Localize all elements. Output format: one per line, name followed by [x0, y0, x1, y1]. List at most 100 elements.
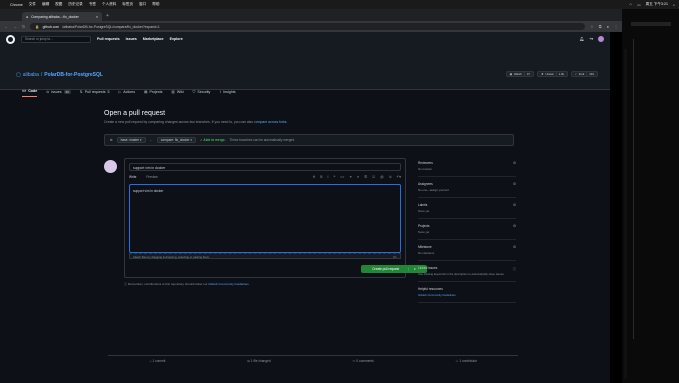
repo-owner-link[interactable]: alibaba — [23, 72, 39, 78]
base-branch-select[interactable]: base: master ▾ — [116, 137, 146, 143]
menubar-item[interactable]: 书签 — [89, 2, 96, 7]
watch-count[interactable]: 47 — [523, 72, 530, 76]
nav-issues[interactable]: Issues — [126, 37, 137, 41]
sidebar-reviewers[interactable]: Reviewers No reviews ⚙ — [418, 156, 516, 177]
menubar-item[interactable]: 编辑 — [42, 2, 49, 7]
pr-body-textarea[interactable]: support vim in docker — [129, 184, 401, 253]
tab-projects[interactable]: ▤ Projects — [144, 89, 162, 97]
gear-icon[interactable]: ⚙ — [513, 182, 516, 186]
repo-tabs: <> Code ⊙ Issues 59 ⇅ Pull requests 5 ▷ Action… — [22, 89, 236, 97]
github-logo-icon[interactable] — [6, 34, 15, 44]
sidebar-labels[interactable]: Labels None yet ⚙ — [418, 198, 516, 219]
tab-insights[interactable]: ⌇ Insights — [219, 89, 235, 97]
sidebar-assignees[interactable]: Assignees No one—assign yourself ⚙ — [418, 177, 516, 198]
tab-wiki[interactable]: ▥ Wiki — [171, 89, 183, 97]
gear-icon[interactable]: ⚙ — [513, 203, 516, 207]
menubar-item[interactable]: 视图 — [55, 2, 62, 7]
menubar-item[interactable]: 窗口 — [139, 2, 146, 7]
sidebar-heading: Labels — [418, 203, 428, 207]
attach-files-bar[interactable]: Attach files by dragging & dropping, sel… — [129, 253, 401, 259]
menubar-item[interactable]: 历史记录 — [68, 2, 82, 7]
task-list-icon[interactable]: ☑ — [372, 175, 375, 179]
tab-write[interactable]: Write — [129, 175, 136, 179]
menubar-item[interactable]: 帮助 — [152, 2, 159, 7]
tab-pull-requests[interactable]: ⇅ Pull requests 5 — [80, 89, 110, 97]
search-input[interactable]: Search or jump to... — [21, 35, 91, 43]
tab-actions[interactable]: ▷ Actions — [119, 89, 136, 97]
repo-name-link[interactable]: PolarDB-for-PostgreSQL — [44, 72, 103, 78]
bold-icon[interactable]: B — [320, 175, 322, 179]
bullet-list-icon[interactable]: ≡ — [357, 175, 359, 179]
quote-icon[interactable]: ❝ — [333, 175, 335, 179]
sidebar-projects[interactable]: Projects None yet ⚙ — [418, 219, 516, 240]
tab-issues[interactable]: ⊙ Issues 59 — [46, 89, 71, 97]
guidelines-link[interactable]: GitHub Community Guidelines. — [208, 282, 249, 286]
create-label: Create pull request — [372, 267, 400, 271]
menubar-app-name[interactable]: Chrome — [10, 3, 23, 7]
compare-branch-select[interactable]: compare: fix_docker ▾ — [156, 137, 196, 143]
user-avatar[interactable] — [598, 36, 604, 42]
pr-title-input[interactable]: support vim in docker — [129, 163, 401, 171]
search-icon[interactable]: ⌕ — [673, 3, 675, 7]
commits-stat[interactable]: ⊸ 1 commit — [149, 359, 166, 363]
back-icon[interactable]: ← — [4, 24, 8, 29]
forward-icon[interactable]: → — [13, 24, 17, 29]
new-tab-icon[interactable]: + — [106, 13, 109, 19]
chevron-down-icon[interactable]: ▾ — [408, 267, 416, 271]
fork-button[interactable]: ⑂ Fork 291 — [571, 71, 598, 77]
address-bar[interactable]: 🔒 github.com/alibaba/PolarDB-for-Postgre… — [30, 23, 586, 30]
page-subtitle: Create a new pull request by comparing c… — [104, 120, 520, 124]
pr-main: Open a pull request Create a new pull re… — [104, 110, 520, 303]
reload-icon[interactable]: ↻ — [22, 24, 25, 29]
italic-icon[interactable]: I — [327, 175, 328, 179]
question-icon[interactable]: ⓘ — [513, 266, 516, 271]
contributors-stat[interactable]: ⚇ 1 contributor — [456, 359, 477, 363]
sidebar-milestone[interactable]: Milestone No milestone ⚙ — [418, 240, 516, 261]
extensions-icon[interactable]: ⧉ — [599, 24, 602, 29]
profile-icon[interactable]: ● — [607, 24, 609, 29]
wifi-icon[interactable]: ◠ — [629, 3, 632, 7]
numbered-list-icon[interactable]: ☰ — [364, 175, 367, 179]
menubar-item[interactable]: 标签页 — [122, 2, 133, 7]
close-tab-icon[interactable]: × — [96, 15, 98, 19]
menubar-item[interactable]: 文件 — [29, 2, 36, 7]
files-stat[interactable]: ⊞ 1 file changed — [247, 359, 270, 363]
bookmark-star-icon[interactable]: ☆ — [590, 24, 594, 29]
reply-icon[interactable]: ↶▾ — [396, 175, 401, 179]
browser-tab[interactable]: ● Comparing alibaba...:fix_docker × — [22, 12, 102, 21]
comments-stat[interactable]: ▭ 0 comments — [352, 359, 373, 363]
compare-forks-link[interactable]: compare across forks. — [254, 120, 287, 124]
nav-explore[interactable]: Explore — [170, 37, 183, 41]
menubar-clock[interactable]: 周五 下午3:21 — [646, 2, 668, 7]
plus-icon[interactable]: +▾ — [589, 37, 593, 41]
fork-count[interactable]: 291 — [586, 72, 594, 76]
header-right: 🔔︎ +▾ — [580, 36, 604, 42]
sidebar-resource-link[interactable]: GitHub Community Guidelines — [418, 293, 516, 297]
bell-icon[interactable]: 🔔︎ — [580, 37, 585, 41]
watch-button[interactable]: ◉ Watch 47 — [505, 71, 534, 77]
code-icon[interactable]: <> — [340, 175, 344, 179]
markdown-icon: M↓ — [393, 255, 397, 259]
tab-label: Pull requests — [84, 89, 106, 94]
author-avatar[interactable] — [104, 160, 117, 173]
browser-menu-icon[interactable]: ⋮ — [614, 24, 618, 29]
gear-icon[interactable]: ⚙ — [513, 161, 516, 165]
scrollbar[interactable] — [624, 49, 627, 379]
unstar-button[interactable]: ★ Unstar 1.6k — [536, 71, 569, 77]
star-count[interactable]: 1.6k — [555, 72, 564, 76]
nav-marketplace[interactable]: Marketplace — [143, 37, 164, 41]
tab-preview[interactable]: Preview — [146, 175, 157, 179]
tab-security[interactable]: ⛉ Security — [193, 89, 211, 97]
menubar-item[interactable]: 个人资料 — [102, 2, 116, 7]
link-icon[interactable]: ⚭ — [349, 175, 352, 179]
nav-pull-requests[interactable]: Pull requests — [97, 37, 120, 41]
gear-icon[interactable]: ⚙ — [513, 245, 516, 249]
reference-icon[interactable]: ⇲ — [389, 175, 392, 179]
mention-icon[interactable]: @ — [380, 175, 383, 179]
battery-icon[interactable]: ▭ — [637, 3, 640, 7]
issue-icon: ⊙ — [46, 89, 50, 94]
repo-separator: / — [40, 72, 43, 78]
tab-code[interactable]: <> Code — [22, 89, 38, 97]
gear-icon[interactable]: ⚙ — [513, 224, 516, 228]
heading-icon[interactable]: H — [313, 175, 315, 179]
